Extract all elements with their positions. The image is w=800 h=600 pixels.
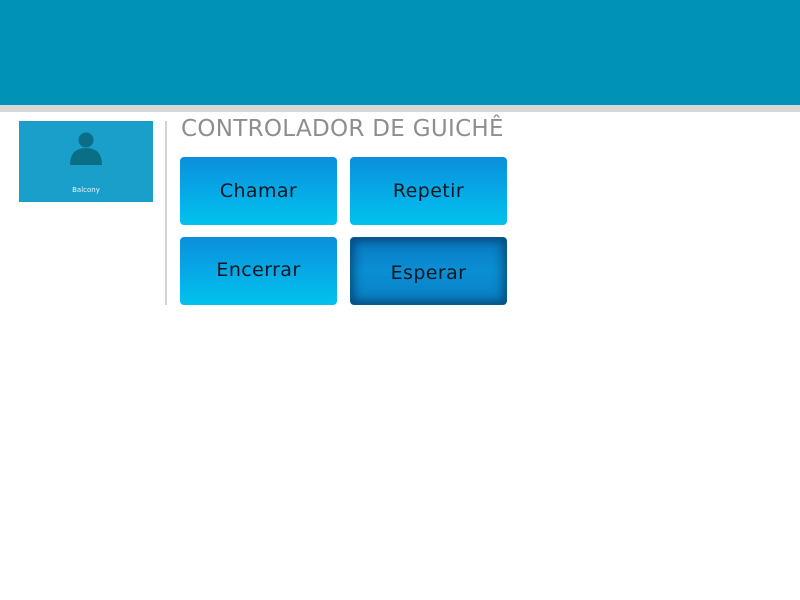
close-button[interactable]: Encerrar <box>180 237 337 305</box>
page-title: CONTROLADOR DE GUICHÊ <box>181 116 504 142</box>
vertical-divider <box>165 121 167 305</box>
user-card[interactable]: Balcony <box>19 121 153 202</box>
call-button[interactable]: Chamar <box>180 157 337 225</box>
wait-button[interactable]: Esperar <box>350 237 507 305</box>
repeat-button[interactable]: Repetir <box>350 157 507 225</box>
header-bar <box>0 0 800 105</box>
header-divider <box>0 105 800 112</box>
person-icon <box>70 132 102 165</box>
user-name: Balcony <box>72 186 100 194</box>
